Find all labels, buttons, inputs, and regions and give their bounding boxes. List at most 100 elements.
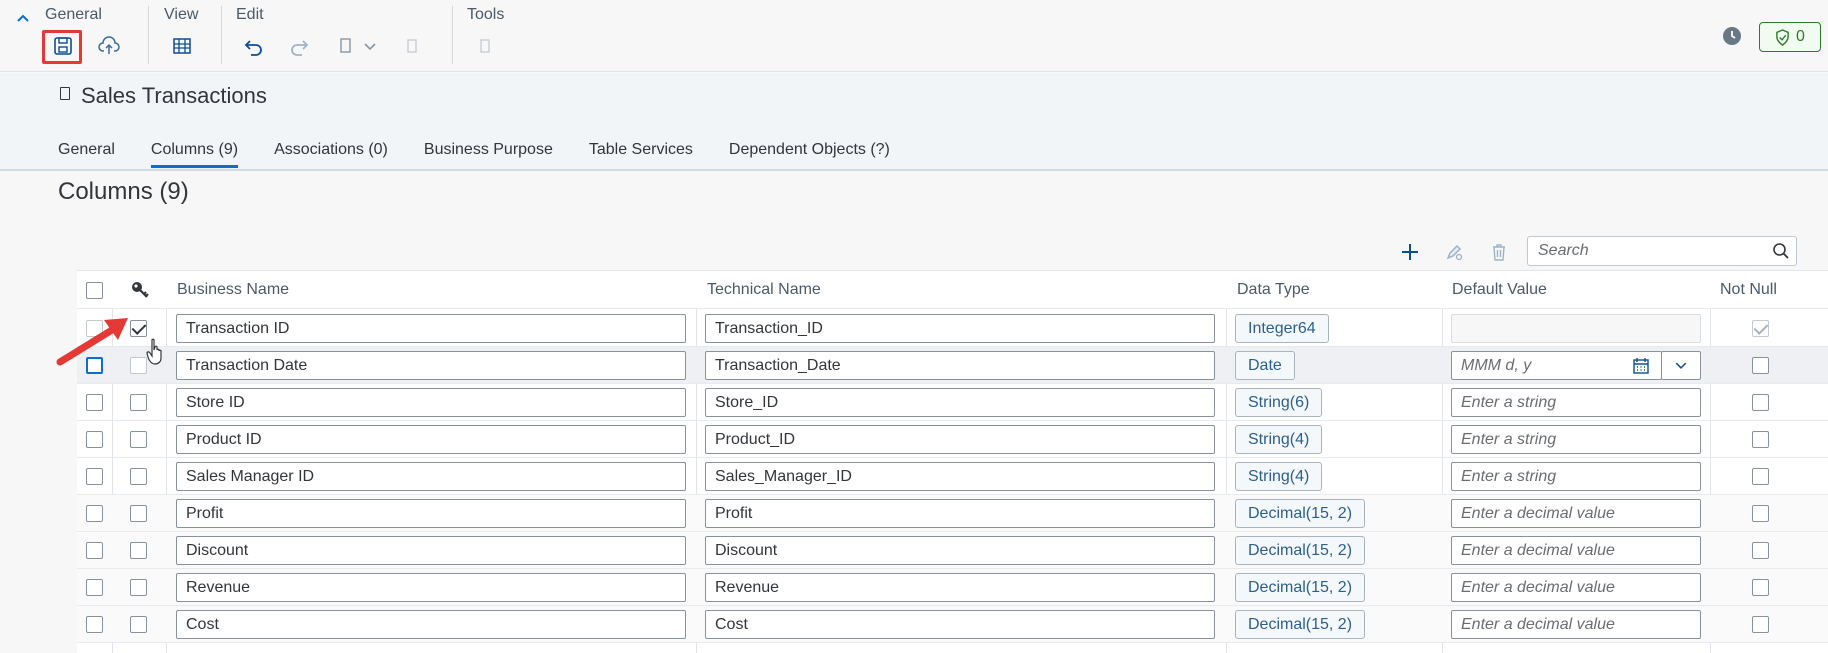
data-type-button[interactable]: String(4) bbox=[1235, 462, 1323, 491]
table-row[interactable]: Revenue Revenue Decimal(15, 2) Enter a d… bbox=[77, 569, 1828, 606]
technical-name-input[interactable]: Cost bbox=[705, 610, 1215, 639]
table-row[interactable]: Product ID Product_ID String(4) Enter a … bbox=[77, 421, 1828, 458]
key-checkbox[interactable] bbox=[130, 468, 147, 485]
tab-columns[interactable]: Columns (9) bbox=[150, 141, 239, 168]
default-value-input[interactable]: Enter a string bbox=[1451, 388, 1701, 417]
table-row[interactable]: Sales Manager ID Sales_Manager_ID String… bbox=[77, 458, 1828, 495]
technical-name-input[interactable]: Store_ID bbox=[705, 388, 1215, 417]
table-row[interactable]: Store ID Store_ID String(6) Enter a stri… bbox=[77, 384, 1828, 421]
data-type-button[interactable]: Date bbox=[1235, 351, 1295, 380]
technical-name-input[interactable]: Transaction_Date bbox=[705, 351, 1215, 380]
search-field[interactable] bbox=[1527, 236, 1797, 266]
date-picker-input[interactable]: MMM d, y bbox=[1451, 351, 1662, 380]
page-title: Sales Transactions bbox=[81, 83, 267, 108]
technical-name-input[interactable]: Profit bbox=[705, 499, 1215, 528]
tab-dependent-objects[interactable]: Dependent Objects (?) bbox=[729, 141, 890, 168]
undo-icon[interactable] bbox=[241, 33, 267, 59]
business-name-input[interactable]: Cost bbox=[176, 610, 686, 639]
data-type-button[interactable]: Decimal(15, 2) bbox=[1235, 573, 1366, 602]
table-row[interactable]: Discount Discount Decimal(15, 2) Enter a… bbox=[77, 532, 1828, 569]
default-value-input[interactable]: Enter a decimal value bbox=[1451, 610, 1701, 639]
copy-icon[interactable] bbox=[333, 33, 359, 59]
row-select-checkbox[interactable] bbox=[86, 505, 103, 522]
redo-icon[interactable] bbox=[286, 33, 312, 59]
key-checkbox[interactable] bbox=[130, 357, 147, 374]
business-name-input[interactable]: Transaction ID bbox=[176, 314, 686, 343]
key-checkbox[interactable] bbox=[130, 394, 147, 411]
not-null-checkbox[interactable] bbox=[1752, 357, 1769, 374]
business-name-input[interactable]: Profit bbox=[176, 499, 686, 528]
default-value-dropdown[interactable] bbox=[1661, 351, 1701, 380]
table-row[interactable]: Transaction Date Transaction_Date Date M… bbox=[77, 347, 1828, 384]
paste-icon[interactable] bbox=[399, 33, 425, 59]
key-checkbox[interactable] bbox=[130, 616, 147, 633]
key-checkbox[interactable] bbox=[130, 542, 147, 559]
default-value-input[interactable]: Enter a string bbox=[1451, 425, 1701, 454]
row-select-checkbox[interactable] bbox=[86, 542, 103, 559]
not-null-checkbox[interactable] bbox=[1752, 542, 1769, 559]
data-type-button[interactable]: Decimal(15, 2) bbox=[1235, 536, 1366, 565]
row-select-checkbox[interactable] bbox=[86, 579, 103, 596]
group-label-view: View bbox=[164, 6, 199, 23]
not-null-checkbox[interactable] bbox=[1752, 505, 1769, 522]
default-value-input[interactable]: Enter a decimal value bbox=[1451, 536, 1701, 565]
data-type-button[interactable]: Decimal(15, 2) bbox=[1235, 610, 1366, 639]
chevron-up-icon[interactable] bbox=[14, 10, 32, 28]
tool-icon[interactable] bbox=[472, 33, 498, 59]
header-technical-name: Technical Name bbox=[707, 281, 821, 298]
table-row[interactable]: Transaction ID Transaction_ID Integer64 bbox=[77, 310, 1828, 347]
not-null-checkbox[interactable] bbox=[1752, 394, 1769, 411]
row-select-checkbox[interactable] bbox=[86, 468, 103, 485]
technical-name-input[interactable]: Sales_Manager_ID bbox=[705, 462, 1215, 491]
delete-icon[interactable] bbox=[1487, 240, 1511, 264]
save-icon[interactable] bbox=[50, 33, 76, 59]
deploy-icon[interactable] bbox=[96, 33, 122, 59]
tab-business-purpose[interactable]: Business Purpose bbox=[424, 141, 553, 168]
business-name-input[interactable]: Sales Manager ID bbox=[176, 462, 686, 491]
not-null-checkbox[interactable] bbox=[1752, 579, 1769, 596]
data-type-button[interactable]: String(6) bbox=[1235, 388, 1323, 417]
default-value-input[interactable]: Enter a decimal value bbox=[1451, 499, 1701, 528]
key-checkbox[interactable] bbox=[130, 579, 147, 596]
technical-name-input[interactable]: Discount bbox=[705, 536, 1215, 565]
key-checkbox[interactable] bbox=[130, 431, 147, 448]
edit-icon[interactable] bbox=[1442, 240, 1466, 264]
table-row[interactable]: Cost Cost Decimal(15, 2) Enter a decimal… bbox=[77, 606, 1828, 643]
add-icon[interactable] bbox=[1398, 240, 1422, 264]
tab-general[interactable]: General bbox=[58, 141, 115, 168]
business-name-input[interactable]: Discount bbox=[176, 536, 686, 565]
business-name-input[interactable]: Product ID bbox=[176, 425, 686, 454]
data-type-button[interactable]: Decimal(15, 2) bbox=[1235, 499, 1366, 528]
validation-badge[interactable]: 0 bbox=[1759, 22, 1821, 52]
key-checkbox[interactable] bbox=[130, 320, 147, 337]
calendar-icon[interactable] bbox=[1632, 357, 1650, 375]
not-null-checkbox bbox=[1752, 320, 1769, 337]
not-null-checkbox[interactable] bbox=[1752, 431, 1769, 448]
select-all-checkbox[interactable] bbox=[86, 282, 103, 299]
technical-name-input[interactable]: Transaction_ID bbox=[705, 314, 1215, 343]
business-name-input[interactable]: Store ID bbox=[176, 388, 686, 417]
default-value-input[interactable]: Enter a decimal value bbox=[1451, 573, 1701, 602]
not-null-checkbox[interactable] bbox=[1752, 616, 1769, 633]
data-type-button[interactable]: String(4) bbox=[1235, 425, 1323, 454]
technical-name-input[interactable]: Revenue bbox=[705, 573, 1215, 602]
tab-table-services[interactable]: Table Services bbox=[589, 141, 693, 168]
technical-name-input[interactable]: Product_ID bbox=[705, 425, 1215, 454]
grid-view-icon[interactable] bbox=[169, 33, 195, 59]
not-null-checkbox[interactable] bbox=[1752, 468, 1769, 485]
header-data-type: Data Type bbox=[1237, 281, 1310, 298]
row-select-checkbox[interactable] bbox=[86, 431, 103, 448]
table-row[interactable]: Profit Profit Decimal(15, 2) Enter a dec… bbox=[77, 495, 1828, 532]
business-name-input[interactable]: Revenue bbox=[176, 573, 686, 602]
search-input[interactable] bbox=[1528, 237, 1758, 265]
row-select-checkbox[interactable] bbox=[86, 616, 103, 633]
row-select-checkbox[interactable] bbox=[86, 394, 103, 411]
business-name-input[interactable]: Transaction Date bbox=[176, 351, 686, 380]
default-value-input[interactable]: Enter a string bbox=[1451, 462, 1701, 491]
tab-associations[interactable]: Associations (0) bbox=[274, 141, 388, 168]
chevron-down-icon[interactable] bbox=[357, 33, 383, 59]
key-checkbox[interactable] bbox=[130, 505, 147, 522]
data-type-button[interactable]: Integer64 bbox=[1235, 314, 1329, 343]
search-icon[interactable] bbox=[1772, 242, 1790, 260]
clock-icon[interactable] bbox=[1721, 25, 1743, 47]
